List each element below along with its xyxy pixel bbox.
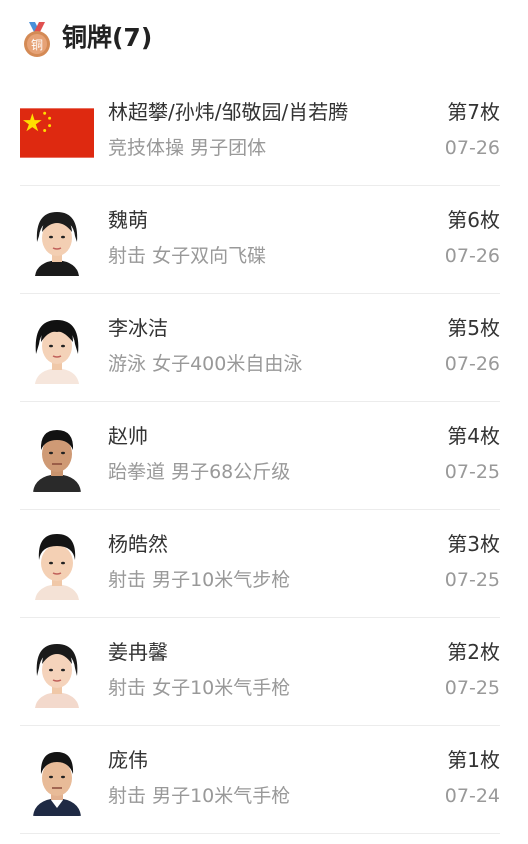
medal-date: 07-25 [444,677,500,699]
medal-rank: 第4枚 [447,424,500,448]
athlete-name: 庞伟 [108,748,148,772]
medal-row[interactable]: 杨皓然 射击 男子10米气步枪 第3枚 07-25 [20,510,500,618]
medal-rank: 第5枚 [447,316,500,340]
event-info: 游泳 女子400米自由泳 [108,350,302,378]
medal-rank: 第7枚 [447,100,500,124]
athlete-photo [29,422,85,492]
section-header: 铜 铜牌(7) [0,0,528,78]
event-label: 女子10米气手枪 [152,677,291,699]
medal-date: 07-26 [444,137,500,159]
avatar [20,204,94,278]
sport-label: 射击 [108,677,147,699]
event-info: 射击 女子双向飞碟 [108,242,266,270]
medal-date: 07-26 [444,245,500,267]
event-label: 男子10米气步枪 [152,569,291,591]
athlete-photo [29,638,85,708]
avatar [20,312,94,386]
avatar [20,528,94,602]
avatar [20,420,94,494]
event-label: 男子68公斤级 [171,461,291,483]
medal-row[interactable]: 姜冉馨 射击 女子10米气手枪 第2枚 07-25 [20,618,500,726]
avatar [20,636,94,710]
sport-label: 射击 [108,245,147,267]
event-info: 射击 男子10米气手枪 [108,782,290,810]
medal-rank: 第1枚 [447,748,500,772]
athlete-name: 杨皓然 [108,532,168,556]
medal-row[interactable]: 林超攀/孙炜/邹敬园/肖若腾 竞技体操 男子团体 第7枚 07-26 [20,78,500,186]
athlete-photo [29,314,85,384]
china-flag-icon [20,108,94,158]
bronze-medal-page: 铜 铜牌(7) 林超攀/孙炜/邹敬园/肖若腾 竞技体操 男子团体 第7枚 07-… [0,0,528,844]
sport-label: 射击 [108,569,147,591]
event-info: 跆拳道 男子68公斤级 [108,458,290,486]
athlete-name: 魏萌 [108,208,148,232]
event-info: 射击 女子10米气手枪 [108,674,290,702]
medal-row[interactable]: 庞伟 射击 男子10米气手枪 第1枚 07-24 [20,726,500,834]
medal-date: 07-25 [444,569,500,591]
event-label: 女子400米自由泳 [152,353,303,375]
medal-date: 07-25 [444,461,500,483]
medal-char: 铜 [31,37,43,52]
medal-row[interactable]: 赵帅 跆拳道 男子68公斤级 第4枚 07-25 [20,402,500,510]
event-label: 男子团体 [190,137,267,159]
medal-row[interactable]: 李冰洁 游泳 女子400米自由泳 第5枚 07-26 [20,294,500,402]
event-info: 射击 男子10米气步枪 [108,566,290,594]
avatar [20,744,94,818]
event-info: 竞技体操 男子团体 [108,134,266,162]
sport-label: 竞技体操 [108,137,185,159]
medal-rank: 第6枚 [447,208,500,232]
medal-rank: 第2枚 [447,640,500,664]
medal-list: 林超攀/孙炜/邹敬园/肖若腾 竞技体操 男子团体 第7枚 07-26 魏萌 射击… [20,78,500,834]
sport-label: 射击 [108,785,147,807]
medal-row[interactable]: 魏萌 射击 女子双向飞碟 第6枚 07-26 [20,186,500,294]
event-label: 女子双向飞碟 [152,245,267,267]
bronze-medal-icon: 铜 [20,22,54,58]
athlete-photo [29,206,85,276]
event-label: 男子10米气手枪 [152,785,291,807]
athlete-name: 林超攀/孙炜/邹敬园/肖若腾 [108,100,349,124]
sport-label: 跆拳道 [108,461,166,483]
medal-rank: 第3枚 [447,532,500,556]
athlete-name: 赵帅 [108,424,148,448]
athlete-name: 姜冉馨 [108,640,168,664]
medal-date: 07-26 [444,353,500,375]
avatar [20,96,94,170]
athlete-name: 李冰洁 [108,316,168,340]
athlete-photo [29,746,85,816]
athlete-photo [29,530,85,600]
section-title: 铜牌(7) [62,23,153,52]
medal-date: 07-24 [444,785,500,807]
sport-label: 游泳 [108,353,147,375]
